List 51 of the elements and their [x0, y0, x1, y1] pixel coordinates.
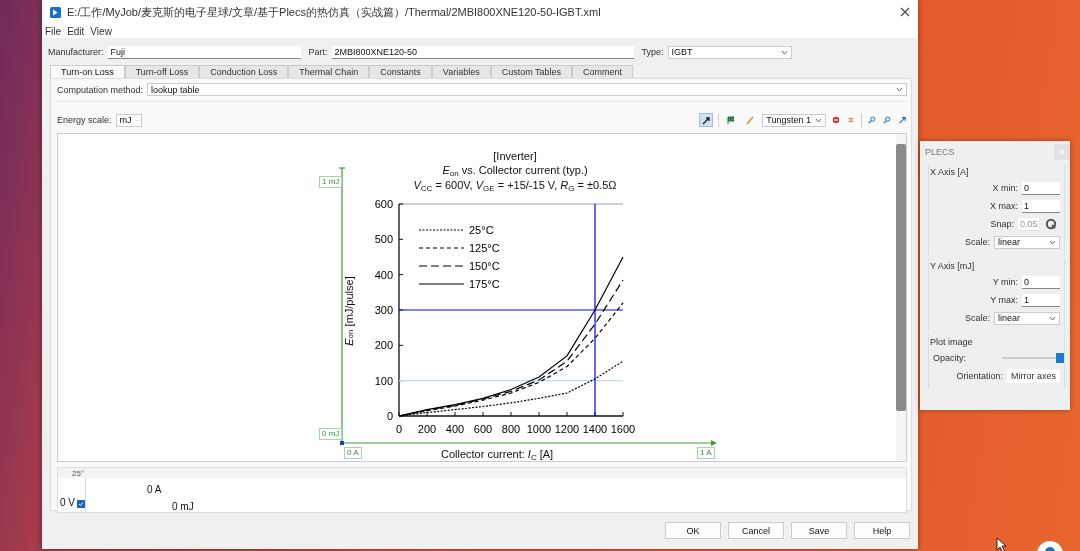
tick-label: 300	[374, 304, 393, 316]
field-label: Energy scale:	[57, 115, 112, 125]
legend-entry: 175°C	[418, 278, 500, 290]
legend-label: 150°C	[469, 260, 500, 272]
legend-label: 25°C	[469, 224, 494, 236]
tick-label: 800	[501, 423, 521, 435]
tick-label: 200	[374, 339, 393, 352]
group-title: X Axis [A]	[930, 167, 970, 179]
field-label: Manufacturer:	[48, 47, 104, 57]
field-label: Opacity:	[933, 353, 966, 363]
chart-title: [Inverter]	[493, 150, 537, 163]
panel-title: PLECS	[925, 147, 955, 157]
tick-label: 1000	[526, 423, 552, 435]
legend-entry: 125°C	[418, 242, 500, 254]
field-label: Type:	[641, 47, 664, 57]
group-title: Y Axis [mJ]	[930, 261, 976, 273]
field-label: Y max:	[990, 295, 1018, 305]
tick-label: 100	[374, 374, 393, 387]
tick-label: 400	[445, 423, 465, 435]
x-axis-label: Collector current: I$_{C}$ [A]	[441, 448, 554, 460]
field-label: X max:	[990, 201, 1018, 211]
field-label: Orientation:	[956, 371, 1003, 381]
tick-label: 1600	[610, 423, 636, 435]
field-label: Y min:	[992, 277, 1018, 287]
chart-subtitle: E$_{on}$ vs. Collector current (typ.)	[442, 164, 588, 177]
current-value: 0 A	[147, 484, 163, 495]
group-title: Plot image	[930, 337, 974, 349]
field-label: Scale:	[965, 313, 990, 323]
chart-subtitle: V$_{CC}$ = 600V, V$_{GE}$ = +15/-15 V, R$_{G}$ = ±0.5Ω	[413, 179, 617, 192]
tick-label: 0	[386, 410, 393, 422]
legend-label: 175°C	[469, 278, 500, 290]
field-label: Part:	[308, 47, 328, 57]
field-label: Scale:	[965, 237, 990, 247]
tick-label: 600	[374, 198, 393, 210]
tick-label: 1400	[582, 423, 608, 435]
column-header: 25°	[72, 468, 85, 478]
tick-label: 1200	[554, 423, 580, 435]
energy-value: 0 mJ	[172, 501, 195, 512]
field-label: X min:	[992, 183, 1018, 193]
legend-entry: 25°C	[418, 224, 494, 236]
window-title: E:/工作/MyJob/麦克斯的电子星球/文章/基于Plecs的热仿真（实战篇）/Thermal/2MBI800XNE120-50-IGBT.xml	[67, 4, 602, 20]
field-label: Snap:	[990, 219, 1014, 229]
legend-label: 125°C	[469, 242, 500, 254]
voltage-label: 0 V	[60, 497, 75, 508]
tick-label: 500	[374, 233, 393, 246]
tick-label: 0	[395, 423, 403, 435]
tick-label: 400	[374, 268, 393, 281]
tick-label: 200	[417, 423, 437, 435]
tick-label: 600	[473, 423, 493, 435]
field-label: Computation method:	[57, 84, 144, 95]
legend-entry: 150°C	[418, 260, 500, 272]
